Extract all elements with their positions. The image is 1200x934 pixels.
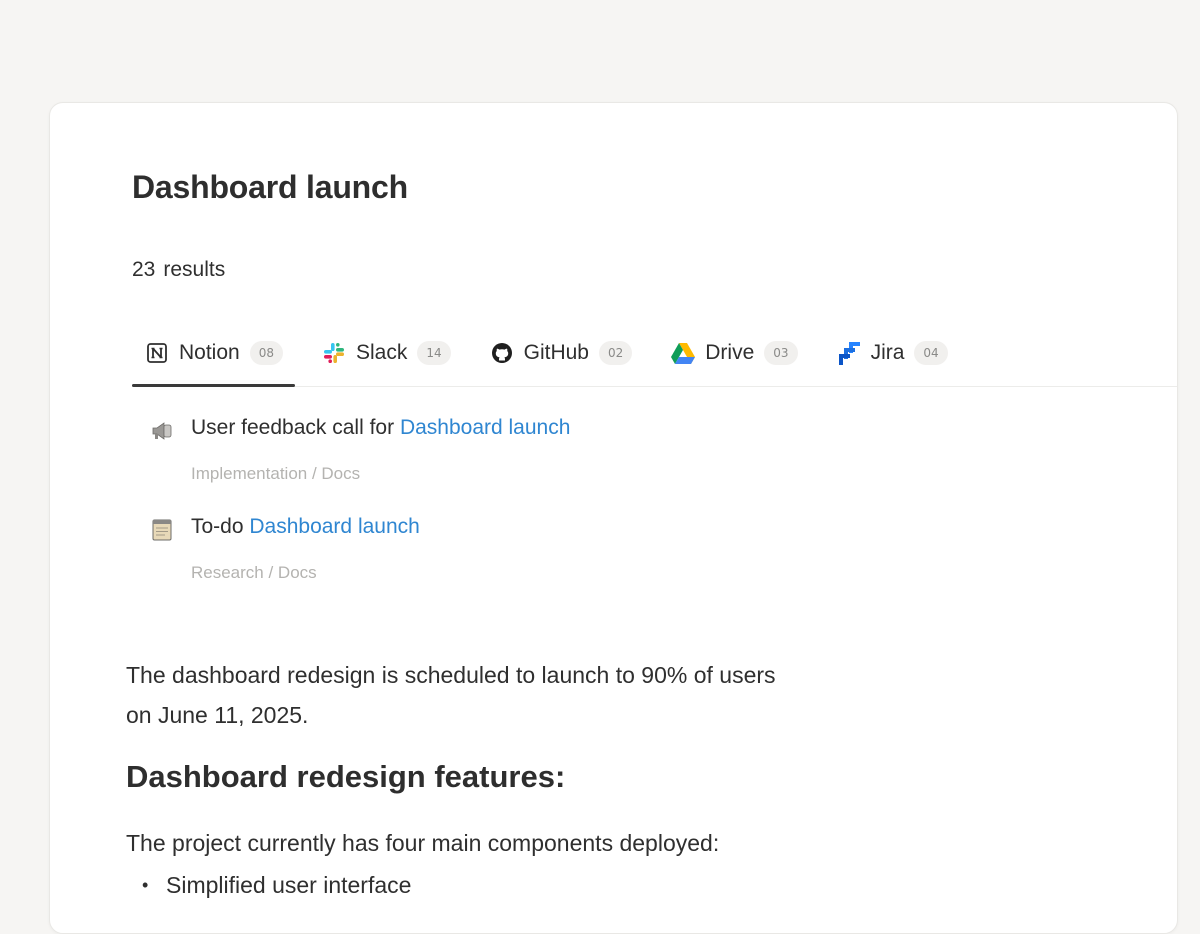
tab-notion[interactable]: Notion 08	[132, 332, 295, 387]
tab-jira[interactable]: Jira 04	[824, 332, 948, 374]
answer-document: The dashboard redesign is scheduled to l…	[126, 655, 946, 903]
tab-github[interactable]: GitHub 02	[477, 332, 633, 374]
slack-icon	[321, 340, 347, 366]
results-count-label: results	[163, 258, 226, 281]
result-title: To-do Dashboard launch	[191, 515, 420, 539]
section-heading: Dashboard redesign features:	[126, 759, 566, 794]
answer-line: The dashboard redesign is scheduled to l…	[126, 662, 776, 688]
notepad-icon	[150, 518, 174, 542]
bullet-icon: •	[142, 875, 149, 895]
drive-icon	[670, 340, 696, 366]
jira-icon	[836, 340, 862, 366]
feature-list: • Simplified user interface	[126, 867, 946, 903]
page-title: Dashboard launch	[132, 169, 408, 205]
tab-label: Slack	[355, 341, 408, 364]
tab-count-badge: 08	[249, 341, 283, 365]
tab-count-badge: 04	[914, 341, 948, 365]
result-title-prefix: To-do	[191, 515, 250, 538]
answer-line: on June 11, 2025.	[126, 702, 309, 728]
tab-count-badge: 02	[598, 341, 633, 365]
tab-count-badge: 03	[764, 341, 798, 365]
results-count-value: 23	[132, 258, 156, 281]
source-tabs: Notion 08 Slack 14 GitHub 02 Drive 03 Ji…	[132, 332, 1177, 387]
result-title-prefix: User feedback call for	[191, 416, 400, 439]
result-path: Research / Docs	[191, 563, 317, 582]
tab-count-badge: 14	[417, 341, 451, 365]
tab-label: Jira	[870, 341, 905, 364]
megaphone-icon	[150, 419, 174, 443]
result-path: Implementation / Docs	[191, 464, 361, 483]
github-icon	[489, 340, 515, 366]
tab-label: Notion	[179, 341, 240, 364]
list-item: • Simplified user interface	[126, 867, 946, 903]
tab-slack[interactable]: Slack 14	[309, 332, 451, 374]
tab-label: Drive	[705, 341, 755, 364]
search-results-panel: Dashboard launch 23 results Notion 08 Sl…	[49, 102, 1178, 934]
tab-drive[interactable]: Drive 03	[658, 332, 798, 374]
results-count: 23 results	[132, 258, 225, 282]
result-title-match: Dashboard launch	[249, 515, 420, 538]
section-paragraph: The project currently has four main comp…	[126, 830, 720, 856]
notion-icon	[144, 340, 170, 366]
tab-label: GitHub	[523, 341, 589, 364]
result-title: User feedback call for Dashboard launch	[191, 416, 570, 440]
result-title-match: Dashboard launch	[399, 416, 571, 439]
answer-paragraph: The dashboard redesign is scheduled to l…	[126, 655, 946, 735]
list-item-text: Simplified user interface	[166, 872, 412, 898]
